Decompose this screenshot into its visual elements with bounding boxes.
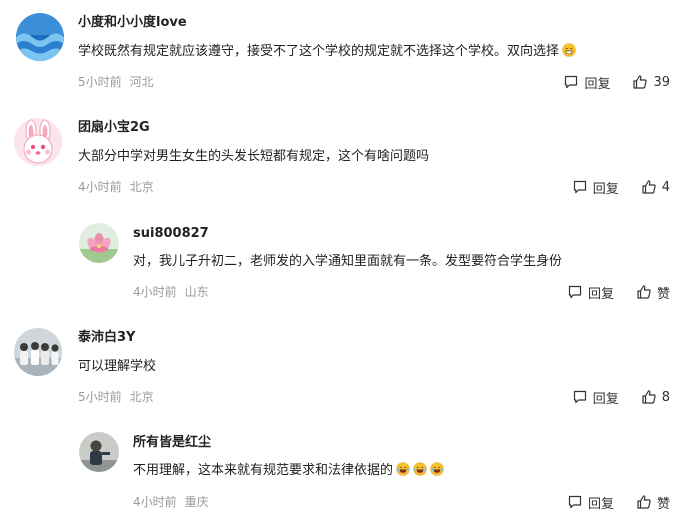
reply-icon [565,75,578,89]
like-button[interactable]: 8 [641,389,670,405]
comment-location: 北京 [129,180,154,194]
like-count: 8 [661,389,670,405]
comment-time: 4小时前 [78,180,122,194]
reply-button[interactable]: 回复 [572,178,619,197]
comment-text: 不用理解，这本来就有规范要求和法律依据的 [133,462,444,480]
comment-location: 山东 [184,285,209,299]
thumbs-up-icon [637,285,651,299]
blue-wave-avatar-icon [16,13,64,61]
comment-meta: 4小时前 重庆 [133,494,209,510]
reply-icon [568,495,582,509]
laughing-emoji-icon [396,462,410,476]
like-count: 赞 [656,286,670,302]
comment-time: 4小时前 [133,495,177,509]
comment-text: 对，我儿子升初二，老师发的入学通知里面就有一条。发型要符合学生身份 [133,254,563,269]
comment-username[interactable]: 泰沛白3Y [78,329,135,347]
reply-label: 回复 [584,76,611,92]
laughing-emoji-icon [413,462,427,476]
thumbs-up-icon [633,75,648,89]
comment-text: 大部分中学对男生女生的头发长短都有规定，这个有啥问题吗 [78,149,430,164]
comment-time: 4小时前 [133,285,177,299]
comment-actions: 回复 39 [563,73,670,92]
comment-text-body: 不用理解，这本来就有规范要求和法律依据的 [133,463,394,478]
comment-time: 5小时前 [78,75,122,89]
reply-icon [573,390,586,404]
thumbs-up-icon [642,390,656,404]
user-avatar[interactable] [79,432,119,472]
reply-label: 回复 [587,496,614,512]
comment-username[interactable]: 小度和小小度love [78,14,187,32]
laughing-emoji-icon [430,462,444,476]
comment-actions: 回复 4 [572,178,670,197]
comment-meta: 4小时前 山东 [133,284,209,300]
comment-time: 5小时前 [78,390,122,404]
like-button[interactable]: 赞 [636,283,670,302]
grin-emoji-icon [562,43,576,57]
comment-location: 重庆 [184,495,209,509]
pink-bunny-avatar-icon [14,118,62,166]
user-avatar[interactable] [16,13,64,61]
comment-text-body: 学校既然有规定就应该遵守，接受不了这个学校的规定就不选择这个学校。双向选择 [78,44,560,59]
comment-meta: 5小时前 河北 [78,74,154,90]
like-button[interactable]: 4 [641,179,670,195]
reply-button[interactable]: 回复 [567,283,614,302]
reply-button[interactable]: 回复 [572,388,619,407]
reply-icon [568,285,582,299]
comment-actions: 回复 赞 [567,493,670,512]
like-button[interactable]: 39 [632,74,670,90]
comment-username[interactable]: 所有皆是红尘 [133,434,211,452]
user-avatar[interactable] [79,223,119,263]
like-count: 赞 [656,496,670,512]
thumbs-up-icon [637,495,651,509]
comment-location: 河北 [129,75,154,89]
reply-button[interactable]: 回复 [567,493,614,512]
like-count: 39 [653,74,670,90]
comment-username[interactable]: sui800827 [133,225,209,243]
comment-username[interactable]: 团扇小宝2G [78,119,150,137]
thumbs-up-icon [642,180,656,194]
lotus-flower-avatar-icon [79,223,119,263]
comment-location: 北京 [129,390,154,404]
like-button[interactable]: 赞 [636,493,670,512]
comment-meta: 5小时前 北京 [78,389,154,405]
reply-label: 回复 [587,286,614,302]
group-photo-avatar-icon [14,328,62,376]
user-avatar[interactable] [14,328,62,376]
comment-text: 学校既然有规定就应该遵守，接受不了这个学校的规定就不选择这个学校。双向选择 [78,43,576,61]
comment-text: 可以理解学校 [78,359,157,374]
comment-meta: 4小时前 北京 [78,179,154,195]
comment-actions: 回复 赞 [567,283,670,302]
comment-actions: 回复 8 [572,388,670,407]
person-photo-avatar-icon [79,432,119,472]
reply-label: 回复 [592,181,619,197]
reply-button[interactable]: 回复 [563,73,610,92]
like-count: 4 [661,179,670,195]
user-avatar[interactable] [14,118,62,166]
reply-label: 回复 [592,391,619,407]
reply-icon [573,180,586,194]
